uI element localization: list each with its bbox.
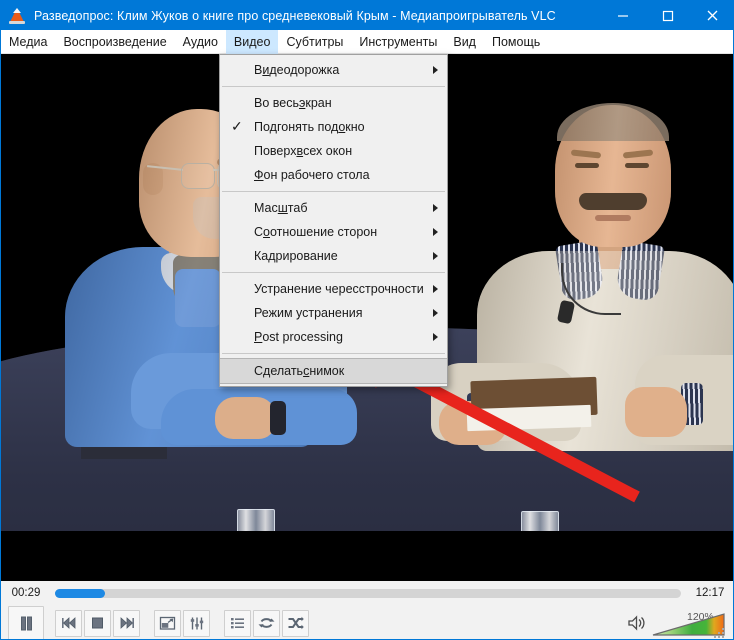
menu-subtitles[interactable]: Субтитры — [278, 30, 351, 54]
menu-item-set-as-wallpaper[interactable]: Фон рабочего стола — [220, 163, 447, 187]
menu-item-deinterlace[interactable]: Устранение чересстрочности — [220, 277, 447, 301]
control-panel: 00:29 12:17 120% — [1, 581, 733, 639]
close-button[interactable] — [690, 1, 733, 30]
menu-separator — [222, 191, 445, 192]
menu-item-post-processing[interactable]: Post processing — [220, 325, 447, 349]
menu-item-mnemonic: в — [296, 144, 304, 158]
speaker-icon[interactable] — [627, 614, 647, 637]
menu-item-label-post: кно — [345, 120, 365, 134]
menu-separator — [222, 272, 445, 273]
title-bar: Разведопрос: Клим Жуков о книге про сред… — [1, 1, 733, 30]
chevron-right-icon — [433, 285, 438, 293]
vlc-cone-icon — [8, 7, 26, 25]
menu-item-take-snapshot[interactable]: Сделать с нимок — [220, 358, 447, 384]
menu-item-crop[interactable]: Кадрирование — [220, 244, 447, 268]
window-controls — [600, 1, 733, 30]
menu-item-label: В — [254, 63, 263, 77]
menu-item-label-post: сех окон — [303, 144, 353, 158]
seek-slider[interactable] — [55, 588, 681, 598]
menu-item-label-post: нимок — [309, 364, 345, 378]
menu-help[interactable]: Помощь — [484, 30, 548, 54]
menu-item-label: Кадрирование — [254, 249, 338, 263]
menu-view[interactable]: Вид — [445, 30, 484, 54]
menu-item-mnemonic: ш — [277, 201, 288, 215]
seek-progress-fill — [55, 588, 106, 598]
menu-item-label-post: отношение сторон — [269, 225, 378, 239]
view-group — [153, 609, 211, 637]
playlist-button[interactable] — [224, 609, 251, 637]
fullscreen-button[interactable] — [154, 609, 181, 637]
menu-separator — [222, 353, 445, 354]
menu-playback[interactable]: Воспроизведение — [55, 30, 174, 54]
minimize-button[interactable] — [600, 1, 645, 30]
extended-settings-button[interactable] — [183, 609, 210, 637]
check-icon: ✓ — [231, 118, 243, 134]
chevron-right-icon — [433, 204, 438, 212]
maximize-button[interactable] — [645, 1, 690, 30]
menu-item-label-post: он рабочего стола — [263, 168, 370, 182]
playlist-group — [223, 609, 310, 637]
stop-button[interactable] — [84, 609, 111, 637]
menu-item-label: С — [254, 225, 264, 239]
pause-button[interactable] — [8, 606, 44, 639]
menu-media[interactable]: Медиа — [1, 30, 55, 54]
menu-item-label: Устранение чересстрочности — [254, 282, 424, 296]
water-glass-right — [521, 511, 559, 531]
menu-item-mnemonic: P — [254, 330, 263, 344]
chevron-right-icon — [433, 228, 438, 236]
window-title: Разведопрос: Клим Жуков о книге про сред… — [34, 8, 556, 23]
video-dropdown-menu: Ви деодорожка Во весь э кран ✓ Подгонять п… — [219, 54, 448, 387]
menu-item-mnemonic: о — [338, 120, 346, 134]
vlc-window: Разведопрос: Клим Жуков о книге про сред… — [0, 0, 734, 640]
menu-item-fullscreen[interactable]: Во весь э кран — [220, 91, 447, 115]
chevron-right-icon — [433, 309, 438, 317]
total-time-label: 12:17 — [695, 587, 725, 599]
menu-item-always-on-top[interactable]: Поверх в сех окон — [220, 139, 447, 163]
menu-audio[interactable]: Аудио — [175, 30, 226, 54]
menu-item-aspect-ratio[interactable]: Со отношение сторон — [220, 220, 447, 244]
loop-button[interactable] — [253, 609, 280, 637]
menu-item-label-post: деодорожка — [269, 63, 340, 77]
elapsed-time-label: 00:29 — [11, 587, 41, 599]
previous-button[interactable] — [55, 609, 82, 637]
menu-item-zoom[interactable]: Мас ш таб — [220, 196, 447, 220]
menu-item-mnemonic: и — [262, 63, 270, 77]
menu-item-label-post: кран — [305, 96, 332, 110]
chevron-right-icon — [433, 252, 438, 260]
menu-separator — [222, 86, 445, 87]
water-glass-left — [237, 509, 275, 531]
menu-item-label-post: таб — [287, 201, 308, 215]
menu-item-label: Сделать — [254, 364, 304, 378]
menu-bar: Медиа Воспроизведение Аудио Видео Субтит… — [1, 29, 733, 54]
seek-row: 00:29 12:17 — [1, 581, 733, 605]
button-row — [1, 605, 733, 639]
menu-item-label: Мас — [254, 201, 278, 215]
menu-video[interactable]: Видео — [225, 29, 279, 54]
menu-item-video-track[interactable]: Ви деодорожка — [220, 58, 447, 82]
transport-group — [54, 609, 141, 637]
menu-item-label: Подгонять под — [254, 120, 339, 134]
resize-grip[interactable] — [714, 628, 724, 638]
menu-item-label: Во весь — [254, 96, 299, 110]
menu-item-label: Режим устранения — [254, 306, 363, 320]
menu-item-label: Поверх — [254, 144, 297, 158]
menu-item-label-post: ost processing — [262, 330, 343, 344]
volume-control: 120% — [627, 605, 727, 639]
menu-item-mnemonic: Ф — [254, 168, 264, 182]
chevron-right-icon — [433, 66, 438, 74]
menu-tools[interactable]: Инструменты — [351, 30, 445, 54]
menu-item-fit-to-window[interactable]: ✓ Подгонять под о кно — [220, 115, 447, 139]
book-pages — [466, 404, 592, 432]
menu-item-mnemonic: о — [263, 225, 270, 239]
shuffle-button[interactable] — [282, 609, 309, 637]
chevron-right-icon — [433, 333, 438, 341]
next-button[interactable] — [113, 609, 140, 637]
menu-item-deinterlace-mode[interactable]: Режим устранения — [220, 301, 447, 325]
